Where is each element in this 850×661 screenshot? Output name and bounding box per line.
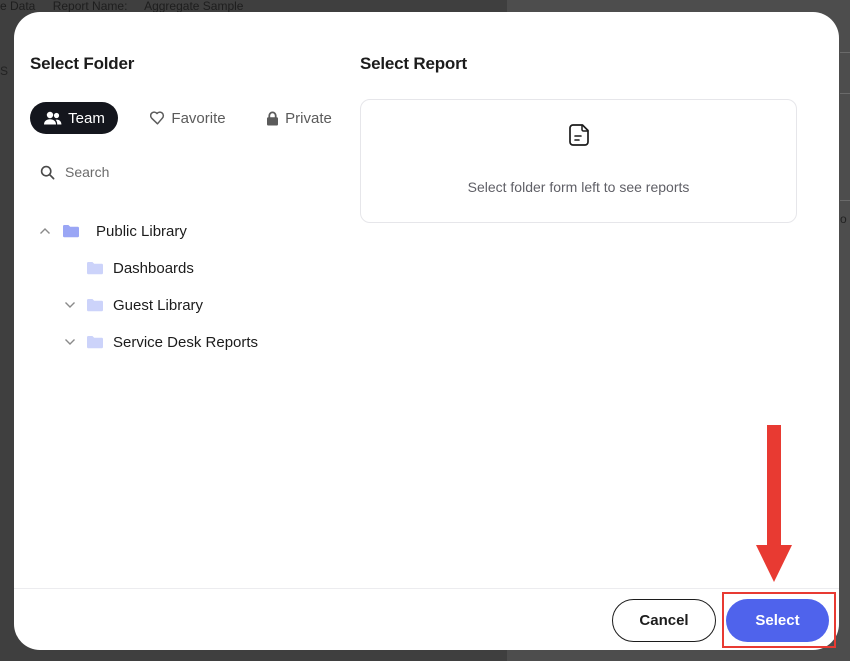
chevron-down-icon[interactable]	[63, 298, 77, 312]
tree-item-dashboards[interactable]: Dashboards	[86, 256, 194, 280]
tab-favorite[interactable]: Favorite	[137, 102, 239, 134]
team-icon	[44, 111, 62, 125]
report-list-empty-state: Select folder form left to see reports	[360, 99, 797, 223]
select-folder-title: Select Folder	[30, 54, 135, 73]
folder-tabs: Team Favorite Private	[30, 102, 332, 136]
tree-item-public-library[interactable]: Public Library	[38, 219, 187, 243]
select-report-title: Select Report	[360, 54, 467, 73]
tab-private[interactable]: Private	[260, 102, 338, 134]
footer-divider	[14, 588, 839, 589]
folder-icon	[87, 336, 103, 349]
heart-icon	[150, 111, 165, 125]
chevron-down-icon[interactable]	[63, 335, 77, 349]
folder-search	[32, 158, 332, 186]
chevron-up-icon[interactable]	[38, 224, 52, 238]
tab-private-label: Private	[285, 109, 332, 127]
search-icon	[40, 165, 55, 179]
folder-icon	[63, 225, 79, 238]
background-text: e Data	[0, 0, 36, 12]
background-divider	[840, 200, 850, 201]
folder-icon	[87, 299, 103, 312]
select-report-dialog: Select Folder Team Favorite Private Sear…	[14, 12, 839, 650]
background-header-strip: e Data Report Name: Aggregate Sample	[0, 0, 510, 12]
document-icon	[569, 124, 589, 146]
highlight-box	[722, 592, 836, 648]
background-left-text: S	[0, 64, 9, 78]
background-text: Aggregate Sample	[144, 0, 244, 12]
tab-team[interactable]: Team	[30, 102, 118, 134]
tab-favorite-label: Favorite	[171, 109, 226, 127]
tree-item-label: Dashboards	[113, 259, 194, 277]
cancel-button[interactable]: Cancel	[612, 599, 716, 642]
arrow-down-icon	[756, 425, 792, 582]
lock-icon	[267, 111, 279, 125]
empty-state-message: Select folder form left to see reports	[467, 179, 690, 195]
tree-item-label: Guest Library	[113, 296, 204, 314]
background-text: Report Name:	[52, 0, 128, 12]
tree-item-label: Service Desk Reports	[113, 333, 259, 351]
folder-icon	[87, 262, 103, 275]
background-divider	[840, 93, 850, 94]
background-divider	[840, 52, 850, 53]
tab-team-label: Team	[68, 109, 105, 127]
search-input[interactable]	[63, 163, 317, 181]
tree-item-guest-library[interactable]: Guest Library	[63, 293, 203, 317]
background-right-text: o	[840, 212, 847, 226]
tree-item-service-desk-reports[interactable]: Service Desk Reports	[63, 330, 258, 354]
tree-item-label: Public Library	[96, 222, 187, 240]
